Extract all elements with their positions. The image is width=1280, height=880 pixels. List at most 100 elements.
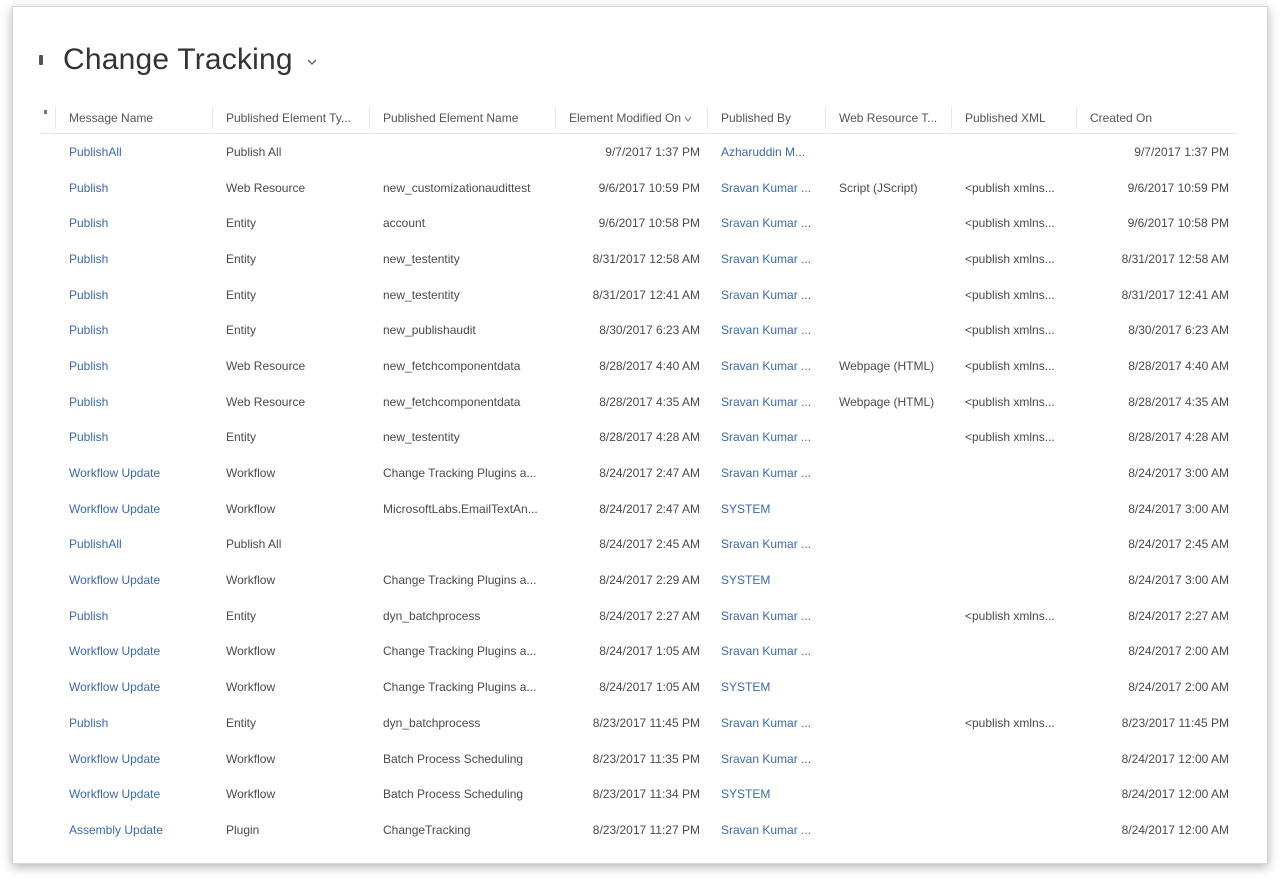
cell-message-name[interactable]: Publish [56,252,213,266]
cell-published-by[interactable]: SYSTEM [708,680,826,694]
cell-created-on: 9/6/2017 10:59 PM [1127,180,1229,195]
cell-published-by[interactable]: Sravan Kumar ... [708,216,826,230]
table-row[interactable]: Workflow Update Workflow Batch Process Sch… [41,741,1237,777]
table-row[interactable]: Publish Web Resource new_fetchcomponentdat… [41,348,1237,384]
cell-published-xml: <publish xmlns... [965,216,1055,231]
table-row[interactable]: Publish Entity account 9/6/2017 10:58 PM Sra… [41,205,1237,241]
cell-element-type: Entity [226,216,257,231]
table-row[interactable]: Publish Entity new_publishaudit 8/30/2017 6… [41,312,1237,348]
table-row[interactable]: Workflow Update Workflow Change Tracking P… [41,669,1237,705]
cell-created-on: 8/24/2017 3:00 AM [1128,466,1229,481]
chevron-down-icon[interactable] [305,55,319,69]
cell-published-by[interactable]: Sravan Kumar ... [708,609,826,623]
cell-created-on: 8/28/2017 4:28 AM [1128,430,1229,445]
table-row[interactable]: Workflow Update Workflow Change Tracking P… [41,634,1237,670]
cell-element-name: Change Tracking Plugins a... [383,466,537,481]
cell-element-modified-on: 8/24/2017 2:29 AM [599,573,700,588]
cell-published-by[interactable]: SYSTEM [708,573,826,587]
cell-published-by[interactable]: SYSTEM [708,502,826,516]
cell-published-by[interactable]: Sravan Kumar ... [708,359,826,373]
cell-message-name[interactable]: Publish [56,288,213,302]
cell-message-name[interactable]: Workflow Update [56,502,213,516]
cell-published-by[interactable]: Sravan Kumar ... [708,466,826,480]
cell-published-by[interactable]: Sravan Kumar ... [708,537,826,551]
cell-published-xml: <publish xmlns... [965,430,1055,445]
table-row[interactable]: Workflow Update Workflow Change Tracking P… [41,455,1237,491]
cell-published-by[interactable]: SYSTEM [708,787,826,801]
table-row[interactable]: Publish Entity new_testentity 8/31/2017 12:… [41,277,1237,313]
cell-element-modified-on: 8/23/2017 11:35 PM [592,751,700,766]
cell-message-name[interactable]: Publish [56,395,213,409]
cell-element-name: ChangeTracking [383,822,471,837]
cell-message-name[interactable]: Publish [56,359,213,373]
table-row[interactable]: Workflow Update Workflow Change Tracking P… [41,562,1237,598]
cell-message-name[interactable]: Publish [56,716,213,730]
column-header-element-modified-on[interactable]: Element Modified On [556,107,708,129]
cell-published-by[interactable]: Azharuddin M... [708,145,826,159]
column-header-published-element-name[interactable]: Published Element Name [370,107,556,129]
cell-element-type: Entity [226,323,257,338]
table-row[interactable]: PublishAll Publish All 8/24/2017 2:45 AM Sr… [41,527,1237,563]
cell-element-name: new_customizationaudittest [383,180,531,195]
cell-message-name[interactable]: Workflow Update [56,752,213,766]
cell-created-on: 9/6/2017 10:58 PM [1127,216,1229,231]
cell-published-by[interactable]: Sravan Kumar ... [708,181,826,195]
table-row[interactable]: Publish Web Resource new_customizationaudi… [41,170,1237,206]
cell-message-name[interactable]: PublishAll [56,537,213,551]
cell-published-by[interactable]: Sravan Kumar ... [708,716,826,730]
cell-element-type: Entity [226,251,257,266]
table-row[interactable]: PublishAll Publish All 9/7/2017 1:37 PM Azh… [41,134,1237,170]
cell-published-by[interactable]: Sravan Kumar ... [708,252,826,266]
cell-message-name[interactable]: Assembly Update [56,823,213,837]
cell-element-modified-on: 8/24/2017 2:47 AM [599,501,700,516]
grid-header-row: Message Name Published Element Ty... Pub… [41,103,1237,134]
page-title[interactable]: Change Tracking [63,43,293,77]
cell-message-name[interactable]: PublishAll [56,145,213,159]
cell-message-name[interactable]: Publish [56,609,213,623]
column-header-web-resource-type[interactable]: Web Resource T... [826,107,952,129]
cell-message-name[interactable]: Publish [56,430,213,444]
column-header-published-element-type[interactable]: Published Element Ty... [213,107,370,129]
cell-element-type: Workflow [226,501,276,516]
cell-message-name[interactable]: Publish [56,216,213,230]
cell-created-on: 8/24/2017 2:00 AM [1128,680,1229,695]
cell-element-modified-on: 8/24/2017 1:05 AM [599,644,700,659]
column-header-published-xml[interactable]: Published XML [952,107,1077,129]
column-header-message-name[interactable]: Message Name [56,107,213,129]
cell-message-name[interactable]: Workflow Update [56,466,213,480]
cell-message-name[interactable]: Workflow Update [56,787,213,801]
cell-message-name[interactable]: Workflow Update [56,573,213,587]
cell-published-by[interactable]: Sravan Kumar ... [708,644,826,658]
table-row[interactable]: Publish Entity new_testentity 8/31/2017 12:… [41,241,1237,277]
table-row[interactable]: Workflow Update Workflow MicrosoftLabs.Ema… [41,491,1237,527]
table-row[interactable]: Publish Entity dyn_batchprocess 8/24/2017 2… [41,598,1237,634]
cell-created-on: 8/24/2017 2:00 AM [1128,644,1229,659]
cell-element-name: dyn_batchprocess [383,608,481,623]
table-row[interactable]: Assembly Update Plugin ChangeTracking 8/23/… [41,812,1237,848]
table-row[interactable]: Workflow Update Workflow Batch Process Sch… [41,776,1237,812]
select-all-checkbox[interactable] [41,107,56,129]
cell-message-name[interactable]: Publish [56,181,213,195]
cell-element-type: Publish All [226,144,282,159]
cell-message-name[interactable]: Workflow Update [56,644,213,658]
column-header-created-on[interactable]: Created On [1077,107,1237,129]
table-row[interactable]: Publish Entity dyn_batchprocess 8/23/2017 1… [41,705,1237,741]
cell-published-by[interactable]: Sravan Kumar ... [708,288,826,302]
column-header-published-by[interactable]: Published By [708,107,826,129]
table-row[interactable]: Publish Entity new_testentity 8/28/2017 4:2… [41,420,1237,456]
cell-published-by[interactable]: Sravan Kumar ... [708,752,826,766]
cell-published-xml: <publish xmlns... [965,287,1055,302]
cell-message-name[interactable]: Publish [56,323,213,337]
cell-web-resource-type: Script (JScript) [839,180,918,195]
cell-element-modified-on: 8/30/2017 6:23 AM [599,323,700,338]
cell-element-type: Workflow [226,573,276,588]
cell-published-by[interactable]: Sravan Kumar ... [708,323,826,337]
table-row[interactable]: Publish Web Resource new_fetchcomponentdat… [41,384,1237,420]
cell-published-by[interactable]: Sravan Kumar ... [708,430,826,444]
cell-published-by[interactable]: Sravan Kumar ... [708,395,826,409]
view-header: Change Tracking [39,37,319,83]
cell-element-modified-on: 8/28/2017 4:35 AM [599,394,700,409]
cell-element-type: Workflow [226,644,276,659]
cell-published-by[interactable]: Sravan Kumar ... [708,823,826,837]
cell-message-name[interactable]: Workflow Update [56,680,213,694]
